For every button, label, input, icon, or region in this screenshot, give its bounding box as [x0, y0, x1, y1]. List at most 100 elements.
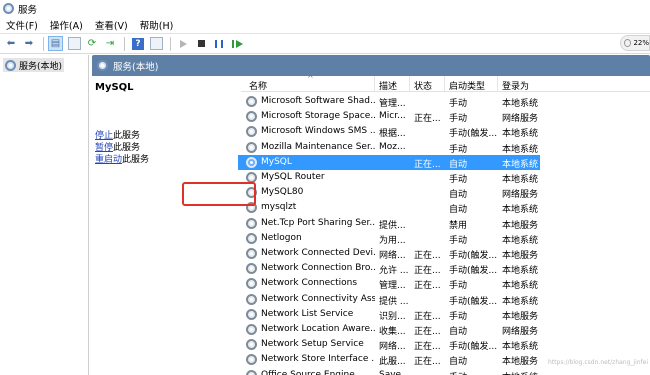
menu-action[interactable]: 操作(A) [50, 18, 83, 32]
properties-icon[interactable] [68, 37, 81, 50]
service-row[interactable]: Microsoft Storage Space... Micr... 正在... 手动… [241, 109, 650, 124]
menu-file[interactable]: 文件(F) [6, 18, 38, 32]
service-startup-type: 手动 [449, 99, 468, 109]
service-log-on-as: 本地系统 [502, 235, 539, 246]
service-log-on-as: 本地系统 [502, 99, 539, 109]
service-row[interactable]: Mozilla Maintenance Ser... Moz... 手动 本地系统 [241, 140, 650, 155]
column-header-row: 名称 ^ 描述 状态 启动类型 登录为 [241, 74, 650, 92]
service-row[interactable]: Net.Tcp Port Sharing Ser... 提供... 禁用 本地服务 [241, 216, 650, 231]
service-row[interactable]: Network Connected Devi... 网络... 正在... 手动(触发… [241, 246, 650, 261]
service-log-on-as: 本地系统 [502, 129, 539, 140]
service-row[interactable]: Network Connectivity Ass... 提供 ... 手动(触发..… [241, 292, 650, 307]
service-row[interactable]: mysqlzt 自动 本地系统 [241, 200, 650, 215]
network-gauge-icon [624, 39, 632, 47]
service-gear-icon [246, 232, 257, 244]
service-row[interactable]: Microsoft Software Shad... 管理... 手动 本地系统 [241, 94, 650, 109]
network-usage-widget[interactable]: 22% [620, 35, 650, 51]
service-row[interactable]: MySQL Router 手动 本地系统 [241, 170, 650, 185]
stop-service-icon[interactable] [193, 36, 209, 52]
service-log-on-as: 网络服务 [502, 327, 539, 337]
service-row[interactable]: Network Connections 管理... 正在... 手动 本地系统 [241, 276, 650, 291]
service-name: Mozilla Maintenance Ser... [261, 141, 375, 152]
service-description: 管理... [379, 281, 406, 292]
service-row[interactable]: Network Connection Bro... 允许 ... 正在... 手动(触… [241, 261, 650, 276]
service-startup-type: 自动 [449, 205, 468, 216]
service-description: Micr... [379, 111, 406, 122]
menu-help[interactable]: 帮助(H) [140, 18, 174, 32]
service-gear-icon [246, 308, 257, 320]
refresh-icon[interactable]: ⟳ [84, 36, 100, 52]
services-gear-icon [3, 3, 14, 14]
service-log-on-as: 本地服务 [502, 357, 539, 368]
menu-bar: 文件(F) 操作(A) 查看(V) 帮助(H) [0, 17, 650, 33]
service-row[interactable]: MySQL 正在... 自动 本地系统 [238, 154, 540, 170]
pause-service-icon[interactable] [211, 36, 227, 52]
service-row[interactable]: Network List Service 识别... 正在... 手动 本地服务 [241, 307, 650, 322]
window-title: 服务 [18, 4, 38, 16]
service-startup-type: 禁用 [449, 220, 468, 231]
service-name: Net.Tcp Port Sharing Ser... [261, 217, 375, 228]
service-row[interactable]: Network Location Aware... 收集... 正在... 自动 网络服… [241, 322, 650, 337]
export-list-icon[interactable]: ⇥ [102, 36, 118, 52]
start-service-icon[interactable] [175, 36, 191, 52]
service-description: 为用... [379, 235, 406, 246]
service-startup-type: 手动(触发... [449, 129, 497, 140]
service-name: Network Store Interface ... [261, 354, 375, 365]
column-header-log-on-as[interactable]: 登录为 [502, 79, 529, 92]
column-divider[interactable] [444, 76, 445, 92]
service-startup-type: 自动 [449, 327, 468, 337]
show-hide-console-tree-icon[interactable]: ▤ [48, 36, 63, 51]
service-row[interactable]: Netlogon 为用... 手动 本地系统 [241, 231, 650, 246]
service-log-on-as: 本地系统 [502, 342, 539, 353]
service-description: 提供 ... [379, 296, 409, 307]
watermark: https://blog.csdn.net/zhang_jinfei [548, 359, 649, 366]
service-name: MySQL Router [261, 172, 325, 182]
service-status: 正在... [414, 281, 441, 292]
menu-view[interactable]: 查看(V) [95, 18, 128, 32]
service-log-on-as: 本地服务 [502, 251, 539, 261]
service-row[interactable]: Microsoft Windows SMS ... 根据... 手动(触发... 本地… [241, 124, 650, 139]
service-gear-icon [246, 126, 257, 138]
tree-item-services-local[interactable]: 服务(本地) [3, 58, 65, 72]
service-name: Microsoft Storage Space... [261, 111, 375, 122]
restart-service-link[interactable]: 重启动 [95, 155, 122, 165]
restart-service-icon[interactable] [229, 36, 245, 52]
service-row[interactable]: MySQL80 自动 网络服务 [241, 185, 650, 200]
services-gear-icon [97, 60, 108, 71]
services-panel: 服务(本地) MySQL 停止此服务 暂停此服务 重启动此服务 名称 ^ 描述 … [92, 55, 650, 375]
service-name: Office Source Engine [261, 369, 355, 375]
view-icon[interactable] [150, 37, 163, 50]
service-gear-icon [246, 339, 257, 351]
column-divider[interactable] [374, 76, 375, 92]
service-gear-icon [246, 156, 257, 168]
toolbar-separator [170, 36, 171, 51]
services-gear-icon [5, 59, 16, 71]
restart-suffix: 此服务 [122, 155, 150, 165]
restart-action: 重启动此服务 [95, 152, 149, 165]
panel-header: 服务(本地) [92, 55, 650, 76]
service-status: 正在... [414, 342, 441, 353]
column-header-status[interactable]: 状态 [414, 79, 432, 92]
column-header-startup-type[interactable]: 启动类型 [449, 79, 485, 92]
column-header-name[interactable]: 名称 [249, 79, 267, 92]
services-list: 名称 ^ 描述 状态 启动类型 登录为 Microsoft Software S… [238, 74, 650, 375]
service-gear-icon [246, 369, 257, 375]
sort-ascending-icon: ^ [307, 74, 314, 83]
service-status: 正在... [414, 266, 441, 277]
service-startup-type: 手动(触发... [449, 266, 497, 277]
column-header-description[interactable]: 描述 [379, 79, 397, 92]
service-startup-type: 自动 [449, 190, 468, 201]
column-divider[interactable] [497, 76, 498, 92]
service-name: Microsoft Software Shad... [261, 96, 375, 106]
service-gear-icon [246, 324, 257, 335]
service-log-on-as: 本地系统 [502, 370, 546, 375]
service-startup-type: 手动 [449, 370, 497, 375]
help-icon[interactable]: ? [132, 37, 144, 50]
back-arrow-icon[interactable]: ⬅ [3, 36, 19, 52]
forward-arrow-icon[interactable]: ➡ [21, 36, 37, 52]
service-row[interactable]: Office Source Engine Save... 手动本地系统 [241, 368, 650, 375]
service-name: Network Connectivity Ass... [261, 293, 375, 304]
service-row[interactable]: Network Setup Service 网络... 正在... 手动(触发... 本… [241, 337, 650, 352]
column-divider[interactable] [409, 76, 410, 92]
toolbar-separator [43, 36, 44, 51]
